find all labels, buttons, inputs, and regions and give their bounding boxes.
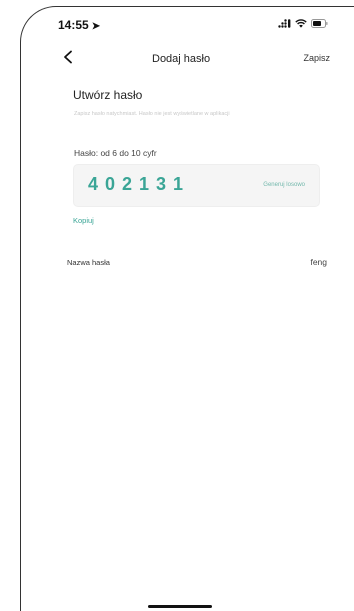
password-length-label: Hasło: od 6 do 10 cyfr xyxy=(74,148,157,158)
status-icons xyxy=(278,19,328,28)
battery-icon xyxy=(311,19,328,28)
save-button[interactable]: Zapisz xyxy=(303,53,330,63)
chevron-left-icon xyxy=(64,50,72,64)
nav-bar: Dodaj hasło Zapisz xyxy=(58,50,334,72)
generate-random-button[interactable]: Generuj losowo xyxy=(263,182,305,188)
home-indicator xyxy=(148,605,212,608)
copy-button[interactable]: Kopiuj xyxy=(73,216,94,225)
status-time: 14:55 ➤ xyxy=(58,18,100,32)
save-hint-text: Zapisz hasło natychmiast. Hasło nie jest… xyxy=(74,111,230,117)
password-name-value[interactable]: feng xyxy=(310,257,327,267)
page-title: Dodaj hasło xyxy=(152,53,211,65)
location-arrow-icon: ➤ xyxy=(91,21,101,32)
wifi-icon xyxy=(295,19,307,28)
back-button[interactable] xyxy=(62,50,82,70)
status-bar: 14:55 ➤ xyxy=(58,18,328,36)
password-name-label: Nazwa hasła xyxy=(67,258,110,267)
password-code-field: 402131 Generuj losowo xyxy=(73,164,320,207)
clock-label: 14:55 xyxy=(58,18,89,32)
create-password-heading: Utwórz hasło xyxy=(73,88,143,102)
password-code-value: 402131 xyxy=(88,174,191,194)
phone-frame xyxy=(20,6,354,611)
cellular-signal-icon xyxy=(278,19,291,28)
